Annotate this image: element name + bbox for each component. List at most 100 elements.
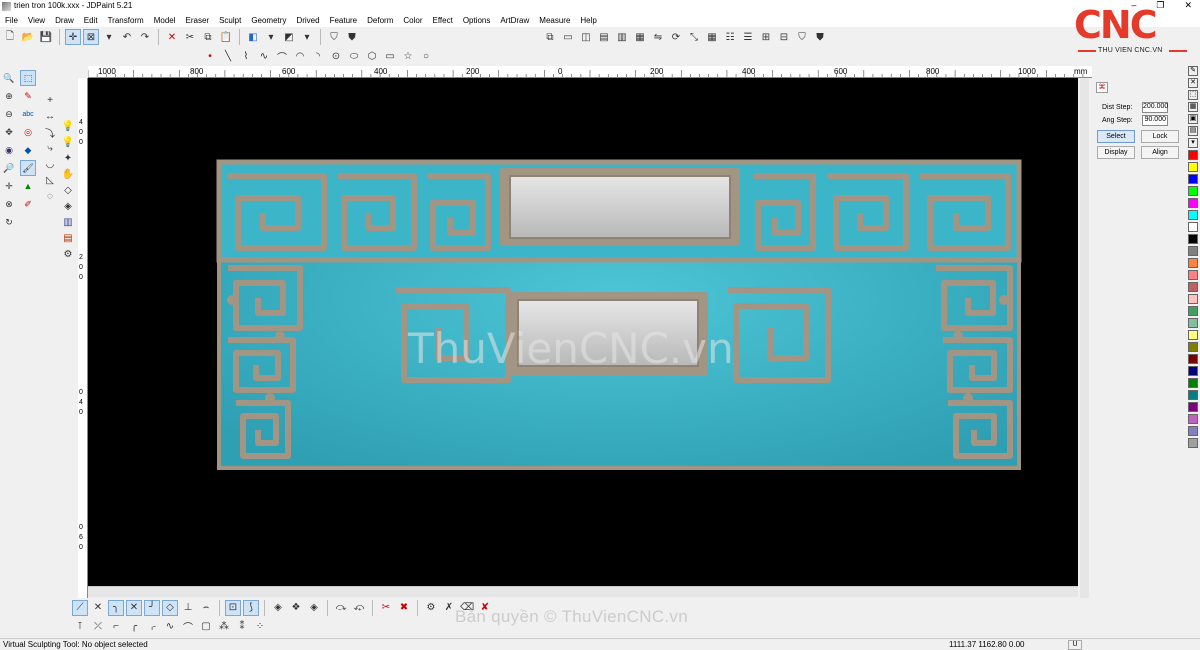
square-frame-icon[interactable]: ▢ <box>198 619 214 635</box>
zoom-out-icon[interactable]: ⊖ <box>1 106 17 122</box>
ungroup-icon[interactable]: ⊟ <box>776 29 792 45</box>
cylinder-icon[interactable]: ▥ <box>60 214 76 230</box>
bend-icon[interactable]: ⌒ <box>180 619 196 635</box>
dropdown-arrow-icon[interactable]: ▾ <box>299 29 315 45</box>
emboss-icon[interactable]: ⛊ <box>812 29 828 45</box>
palette-tool-icon[interactable]: ▦ <box>1188 102 1198 112</box>
align-icon[interactable]: ☷ <box>722 29 738 45</box>
color-swatch[interactable] <box>1188 330 1198 340</box>
hand-icon[interactable]: ✋ <box>60 166 76 182</box>
color-swatch[interactable] <box>1188 186 1198 196</box>
color-swatch[interactable] <box>1188 258 1198 268</box>
offset-step-icon[interactable]: ⤷ <box>42 140 58 156</box>
distribute-icon[interactable]: ☰ <box>740 29 756 45</box>
chamfer-icon[interactable]: ╯ <box>144 599 160 616</box>
break-curve-icon[interactable]: ⤽ <box>351 600 367 616</box>
step-icon[interactable]: ⤵ <box>42 124 58 140</box>
cut-icon[interactable]: ✂ <box>182 29 198 45</box>
arc-icon[interactable]: ◠ <box>292 48 308 64</box>
undo-icon[interactable]: ↶ <box>119 29 135 45</box>
cut-curve-icon[interactable]: ✂ <box>378 600 394 616</box>
color-swatch[interactable] <box>1188 366 1198 376</box>
text-icon[interactable]: abc <box>20 106 36 122</box>
corner-round-icon[interactable]: ╭ <box>126 619 142 635</box>
color-swatch[interactable] <box>1188 174 1198 184</box>
lock-button[interactable]: Lock <box>1141 130 1179 143</box>
menu-model[interactable]: Model <box>149 16 181 25</box>
intersect-icon[interactable]: ✕ <box>126 599 142 616</box>
open-folder-icon[interactable]: 📂 <box>20 29 36 45</box>
edit-line-icon[interactable]: ⟋ <box>72 599 88 616</box>
eye-view-icon[interactable]: ◉ <box>1 142 17 158</box>
extend-line-icon[interactable]: ⤼ <box>333 600 349 616</box>
arc-angle-icon[interactable]: ◝ <box>310 48 326 64</box>
select-rectangle-icon[interactable]: ⬚ <box>20 70 36 86</box>
erase-light-icon[interactable]: ◇ <box>60 182 76 198</box>
color-swatch[interactable] <box>1188 294 1198 304</box>
color-swatch[interactable] <box>1188 234 1198 244</box>
palette-tool-icon[interactable]: ▤ <box>1188 126 1198 136</box>
fillet-icon[interactable]: ╮ <box>108 599 124 616</box>
color-swatch[interactable] <box>1188 270 1198 280</box>
ang-step-input[interactable]: 90.000 <box>1142 115 1168 126</box>
zoom-in-icon[interactable]: ⊕ <box>1 88 17 104</box>
menu-eraser[interactable]: Eraser <box>181 16 215 25</box>
color-swatch[interactable] <box>1188 390 1198 400</box>
perpendicular-icon[interactable]: ⊥ <box>180 600 196 616</box>
dropdown-arrow-icon[interactable]: ▾ <box>263 29 279 45</box>
grid-icon[interactable]: ▦ <box>704 29 720 45</box>
diamond-fill-icon[interactable]: ◆ <box>20 142 36 158</box>
menu-drived[interactable]: Drived <box>291 16 324 25</box>
color-swatch[interactable] <box>1188 246 1198 256</box>
move-icon[interactable]: ✛ <box>1 178 17 194</box>
new-file-icon[interactable]: 🗋 <box>2 29 18 45</box>
palette-tool-icon[interactable]: ▾ <box>1188 138 1198 148</box>
corner-bevel-icon[interactable]: ⌌ <box>144 619 160 635</box>
trim-icon[interactable]: ▥ <box>614 29 630 45</box>
dropdown-arrow-icon[interactable]: ▾ <box>101 29 117 45</box>
extend-icon[interactable]: ▦ <box>632 29 648 45</box>
split-icon[interactable]: ✕ <box>90 600 106 616</box>
snap-point-icon[interactable]: ⊡ <box>225 599 241 616</box>
palette-tool-icon[interactable]: ✕ <box>1188 78 1198 88</box>
node-insert-icon[interactable]: ⊺ <box>72 619 88 635</box>
node-edit-icon[interactable]: ✎ <box>20 88 36 104</box>
node-diamond-icon[interactable]: ◇ <box>162 599 178 616</box>
menu-draw[interactable]: Draw <box>50 16 79 25</box>
node-cross-icon[interactable]: ⤫ <box>90 619 106 635</box>
combine-icon[interactable]: ⧉ <box>542 29 558 45</box>
color-swatch[interactable] <box>1188 402 1198 412</box>
refresh-view-icon[interactable]: ↻ <box>1 214 17 230</box>
diamond-grid-icon[interactable]: ◈ <box>270 600 286 616</box>
color-swatch[interactable] <box>1188 282 1198 292</box>
green-bulb-icon[interactable]: 💡 <box>60 118 76 134</box>
mask-icon[interactable]: ◎ <box>20 124 36 140</box>
color-swatch[interactable] <box>1188 378 1198 388</box>
menu-sculpt[interactable]: Sculpt <box>214 16 246 25</box>
polyline-icon[interactable]: ⌇ <box>238 48 254 64</box>
offset-icon[interactable]: ◫ <box>578 29 594 45</box>
pencil-ruler-icon[interactable]: ✐ <box>20 196 36 212</box>
dist-step-input[interactable]: 200.000 <box>1142 102 1168 113</box>
menu-geometry[interactable]: Geometry <box>246 16 291 25</box>
sculpt-brush-icon[interactable]: 🖌 <box>20 160 36 176</box>
point-icon[interactable]: • <box>202 48 218 64</box>
polygon-icon[interactable]: ⬡ <box>364 48 380 64</box>
menu-artdraw[interactable]: ArtDraw <box>495 16 534 25</box>
relief-icon[interactable]: ⛉ <box>794 29 810 45</box>
zoom-window-icon[interactable]: 🔍 <box>1 70 17 86</box>
menu-options[interactable]: Options <box>458 16 496 25</box>
ellipse-icon[interactable]: ⬭ <box>346 48 362 64</box>
smooth-icon[interactable]: ◡ <box>42 156 58 172</box>
arc-3pt-icon[interactable]: ⌒ <box>274 48 290 64</box>
group-icon[interactable]: ⊞ <box>758 29 774 45</box>
copy-icon[interactable]: ⧉ <box>200 29 216 45</box>
bridge-icon[interactable]: ⌢ <box>198 600 214 616</box>
mountain-icon[interactable]: ▲ <box>20 178 36 194</box>
menu-transform[interactable]: Transform <box>103 16 149 25</box>
panel-tab-icon[interactable]: ⌘ <box>1096 82 1108 93</box>
circle-center-icon[interactable]: ⊙ <box>328 48 344 64</box>
color-swatch[interactable] <box>1188 342 1198 352</box>
color-swatch[interactable] <box>1188 210 1198 220</box>
save-icon[interactable]: 💾 <box>38 29 54 45</box>
